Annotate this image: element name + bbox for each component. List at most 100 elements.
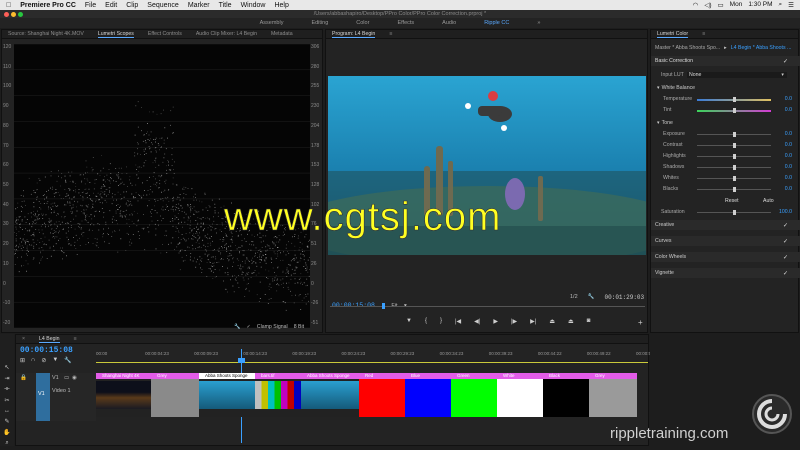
chevron-down-icon[interactable]: ▾ [781, 72, 784, 78]
input-lut-select[interactable]: None [687, 72, 787, 78]
wrench-icon[interactable]: 🔧 [234, 324, 240, 330]
shadows-slider[interactable] [697, 165, 771, 170]
menu-title[interactable]: Title [219, 2, 232, 9]
step-back-icon[interactable]: ◀| [474, 318, 480, 325]
zoom-window-button[interactable] [18, 11, 23, 17]
exposure-slider[interactable] [697, 132, 771, 137]
sync-lock-icon[interactable]: ▭ [64, 375, 69, 381]
timeline-clip[interactable]: Abba Shoots Sponge [199, 373, 255, 417]
timeline-clip[interactable]: Shanghai Night 4K [96, 373, 151, 417]
program-playhead[interactable] [382, 303, 385, 309]
tab-audio-clip-mixer[interactable]: Audio Clip Mixer: L4 Begin [196, 31, 257, 37]
timeline-clip[interactable]: Red [359, 373, 405, 417]
temperature-value[interactable]: 0.0 [785, 96, 792, 102]
exposure-value[interactable]: 0.0 [785, 131, 792, 137]
export-frame-icon[interactable]: ◙ [587, 318, 591, 325]
saturation-slider[interactable] [697, 210, 771, 215]
minimize-window-button[interactable] [11, 11, 16, 17]
wifi-icon[interactable]: ◠ [693, 1, 699, 9]
resolution-select[interactable]: 1/2 [570, 294, 578, 301]
shadows-value[interactable]: 0.0 [785, 164, 792, 170]
program-title[interactable]: Program: L4 Begin [332, 31, 376, 38]
source-patch-v1[interactable]: V1 [36, 373, 50, 421]
settings-wrench-icon[interactable]: 🔧 [588, 294, 595, 301]
curves-header[interactable]: Curves ✓ [651, 236, 800, 246]
timeline-clip[interactable]: Green [451, 373, 497, 417]
auto-button[interactable]: Auto [763, 198, 774, 204]
master-clip-link[interactable]: Master * Abba Shoots Spo... [655, 45, 720, 51]
add-marker-icon[interactable]: ▼ [52, 357, 58, 364]
highlights-thumb[interactable] [733, 154, 736, 159]
collapse-triangle-icon[interactable]: ▾ [657, 120, 660, 126]
go-to-out-icon[interactable]: ▶| [530, 318, 536, 325]
temperature-slider[interactable] [697, 97, 771, 102]
workspace-editing[interactable]: Editing [311, 20, 328, 26]
tint-slider[interactable] [697, 108, 771, 113]
workspace-assembly[interactable]: Assembly [260, 20, 284, 26]
close-window-button[interactable] [4, 11, 9, 17]
highlights-value[interactable]: 0.0 [785, 153, 792, 159]
exposure-thumb[interactable] [733, 132, 736, 137]
menu-window[interactable]: Window [241, 2, 266, 9]
lock-icon[interactable]: 🔒 [20, 375, 27, 381]
whites-thumb[interactable] [733, 176, 736, 181]
timeline-timecode[interactable]: 00:00:15:08 [20, 346, 73, 355]
tab-lumetri-scopes[interactable]: Lumetri Scopes [97, 31, 134, 38]
play-icon[interactable]: ▶ [493, 318, 498, 325]
workspace-more-icon[interactable]: » [537, 20, 540, 26]
contrast-value[interactable]: 0.0 [785, 142, 792, 148]
menu-edit[interactable]: Edit [105, 2, 117, 9]
clock-time[interactable]: 1:30 PM [748, 1, 772, 9]
linked-selection-icon[interactable]: ⊘ [41, 357, 46, 364]
apple-icon[interactable]:  [6, 2, 11, 9]
snap-icon[interactable]: ∩ [31, 357, 35, 364]
mark-out-icon[interactable]: } [440, 318, 442, 325]
mark-in-icon[interactable]: { [425, 318, 427, 325]
color-wheels-header[interactable]: Color Wheels ✓ [651, 252, 800, 262]
contrast-slider[interactable] [697, 143, 771, 148]
time-ruler[interactable]: 00:00 00:00:04:23 00:00:09:23 00:00:14:23 00… [96, 349, 660, 361]
program-menu-icon[interactable]: ≡ [389, 31, 392, 37]
program-scrub-bar[interactable] [330, 306, 645, 307]
razor-tool-icon[interactable]: ✂ [4, 397, 9, 404]
timeline-tab-l4-begin[interactable]: L4 Begin [39, 336, 60, 343]
eye-icon[interactable]: ◉ [72, 375, 77, 381]
go-to-in-icon[interactable]: |◀ [455, 318, 461, 325]
search-icon[interactable]: ⌕ [779, 1, 783, 9]
creative-header[interactable]: Creative ✓ [651, 220, 800, 230]
lumetri-title[interactable]: Lumetri Color [657, 31, 689, 38]
curves-checkbox[interactable]: ✓ [783, 238, 788, 245]
highlights-slider[interactable] [697, 154, 771, 159]
timeline-clip[interactable]: Abba Shoots Sponge [301, 373, 359, 417]
pen-tool-icon[interactable]: ✎ [4, 418, 9, 425]
slip-tool-icon[interactable]: ↔ [4, 408, 10, 414]
saturation-value[interactable]: 100.0 [779, 209, 792, 215]
timeline-clip[interactable]: White [497, 373, 543, 417]
work-area-bar[interactable] [96, 362, 648, 363]
saturation-thumb[interactable] [733, 210, 736, 215]
timeline-settings-icon[interactable]: 🔧 [64, 357, 71, 364]
app-menu[interactable]: Premiere Pro CC [20, 2, 76, 9]
clamp-signal-checkbox[interactable]: ✓ [246, 324, 250, 330]
contrast-thumb[interactable] [733, 143, 736, 148]
extract-icon[interactable]: ⏏ [568, 318, 574, 325]
button-editor-icon[interactable]: + [638, 318, 643, 327]
vignette-header[interactable]: Vignette ✓ [651, 268, 800, 278]
tone-header[interactable]: ▾ Tone [651, 118, 800, 128]
basic-correction-checkbox[interactable]: ✓ [783, 58, 788, 65]
collapse-triangle-icon[interactable]: ▾ [657, 85, 660, 91]
vignette-checkbox[interactable]: ✓ [783, 270, 788, 277]
step-forward-icon[interactable]: |▶ [511, 318, 517, 325]
tint-thumb[interactable] [733, 108, 736, 113]
workspace-audio[interactable]: Audio [442, 20, 456, 26]
sequence-clip-link[interactable]: L4 Begin * Abba Shoots ... [731, 45, 792, 51]
menu-clip[interactable]: Clip [126, 2, 138, 9]
lumetri-menu-icon[interactable]: ≡ [702, 31, 705, 37]
tab-metadata[interactable]: Metadata [271, 31, 293, 37]
timeline-clip[interactable]: bars.tif [255, 373, 301, 417]
add-marker-icon[interactable]: ▼ [406, 318, 412, 325]
blacks-thumb[interactable] [733, 187, 736, 192]
notification-icon[interactable]: ☰ [788, 1, 794, 9]
hand-tool-icon[interactable]: ✋ [3, 429, 10, 436]
lift-icon[interactable]: ⏏ [549, 318, 555, 325]
